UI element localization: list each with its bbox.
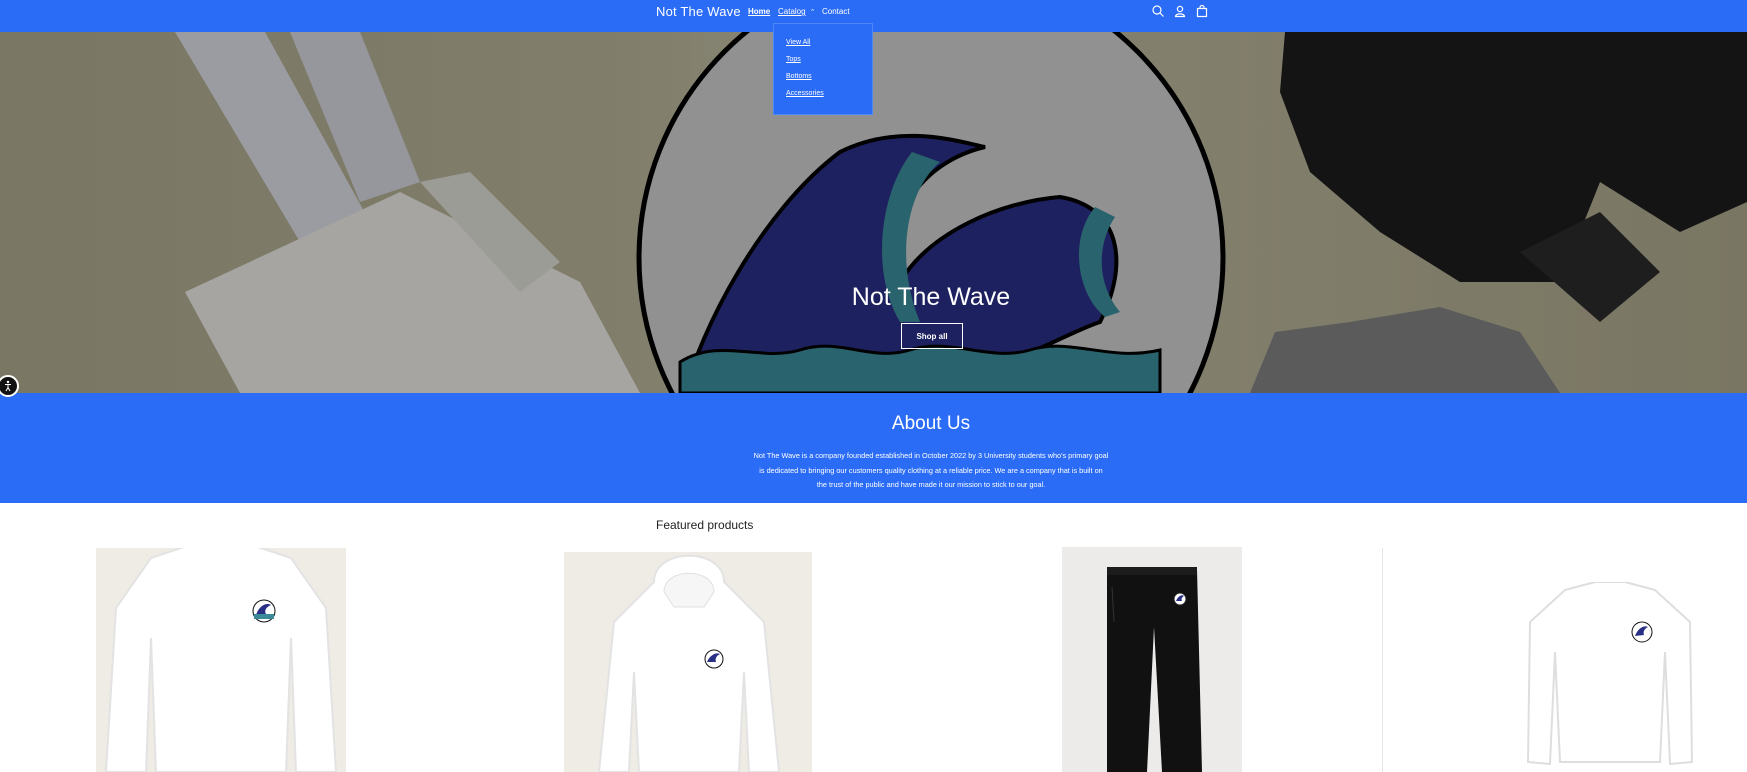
hero-title: Not The Wave (851, 283, 1011, 311)
nav-catalog-link[interactable]: Catalog ⌃ (778, 7, 815, 16)
search-icon[interactable] (1151, 4, 1165, 18)
menu-item-view-all[interactable]: View All (786, 39, 810, 46)
about-title: About Us (891, 413, 971, 434)
menu-item-bottoms[interactable]: Bottoms (786, 73, 812, 80)
product-card-crewneck[interactable] (96, 548, 346, 772)
product-image-hoodie (597, 554, 781, 772)
chevron-up-icon: ⌃ (809, 9, 816, 16)
cart-icon[interactable] (1195, 4, 1209, 18)
product-divider (1382, 548, 1383, 772)
product-card-longsleeve[interactable] (1520, 582, 1700, 772)
nav-home-link[interactable]: Home (748, 7, 770, 16)
product-image-joggers (1107, 567, 1202, 772)
product-image-longsleeve (1526, 582, 1694, 766)
about-line: the trust of the public and have made it… (816, 480, 1046, 489)
about-text: Not The Wave is a company founded establ… (733, 449, 1129, 493)
product-image-crewneck (104, 548, 338, 772)
featured-products-title: Featured products (656, 518, 754, 532)
account-icon[interactable] (1173, 4, 1187, 18)
about-line: is dedicated to bringing our customers q… (759, 465, 1103, 475)
menu-item-accessories[interactable]: Accessories (786, 90, 824, 97)
menu-item-tops[interactable]: Tops (786, 56, 801, 63)
nav-contact-link[interactable]: Contact (822, 7, 850, 16)
product-card-hoodie[interactable] (564, 552, 812, 772)
shop-all-button[interactable]: Shop all (901, 323, 963, 349)
catalog-dropdown-menu: View All Tops Bottoms Accessories (773, 23, 873, 115)
product-card-joggers[interactable] (1062, 547, 1242, 772)
hero-overlay (0, 32, 1747, 393)
site-header: Not The Wave Home Catalog ⌃ Contact (0, 0, 1747, 32)
hero-banner: Not The Wave Shop all (0, 32, 1747, 393)
about-line: Not The Wave is a company founded establ… (753, 451, 1109, 460)
about-section: About Us Not The Wave is a company found… (0, 393, 1747, 503)
nav-catalog-label: Catalog (778, 7, 806, 16)
brand-logo-text[interactable]: Not The Wave (656, 4, 741, 19)
